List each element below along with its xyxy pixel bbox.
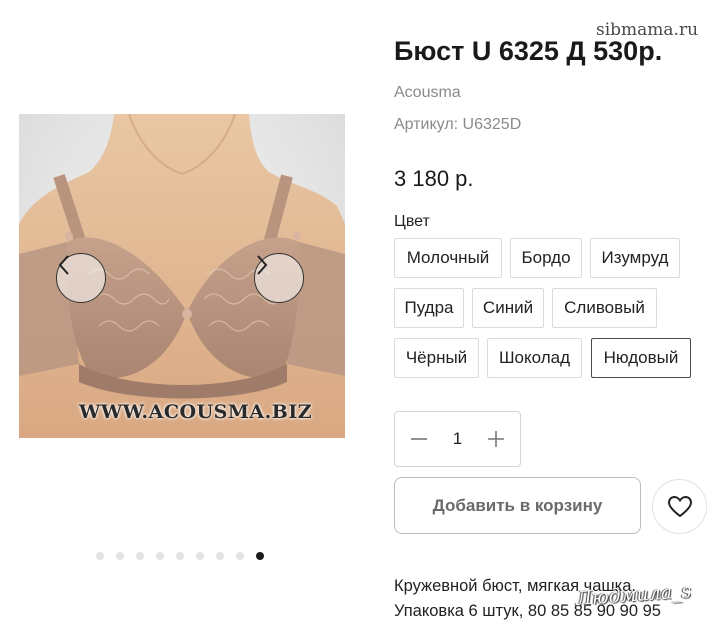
- product-sku: Артикул: U6325D: [394, 116, 522, 133]
- gallery-dot[interactable]: [176, 552, 184, 560]
- quantity-decrease-button[interactable]: [409, 429, 429, 449]
- chevron-left-icon: [58, 255, 69, 275]
- color-option-emerald[interactable]: Изумруд: [590, 238, 680, 278]
- gallery-dot[interactable]: [156, 552, 164, 560]
- gallery-dot-active[interactable]: [256, 552, 264, 560]
- heart-icon: [667, 495, 692, 517]
- product-price: 3 180 р.: [394, 166, 474, 191]
- quantity-increase-button[interactable]: [486, 429, 506, 449]
- gallery-prev-button[interactable]: [56, 253, 106, 303]
- chevron-right-icon: [257, 255, 268, 275]
- color-option-black[interactable]: Чёрный: [394, 338, 479, 378]
- color-option-powder[interactable]: Пудра: [394, 288, 464, 328]
- color-label: Цвет: [394, 213, 430, 230]
- color-option-bordeaux[interactable]: Бордо: [510, 238, 582, 278]
- plus-icon: [488, 431, 504, 447]
- quantity-stepper: 1: [394, 411, 521, 467]
- color-option-milky[interactable]: Молочный: [394, 238, 502, 278]
- gallery-pagination: [96, 552, 264, 560]
- gallery-dot[interactable]: [116, 552, 124, 560]
- color-option-blue[interactable]: Синий: [472, 288, 544, 328]
- gallery-dot[interactable]: [136, 552, 144, 560]
- minus-icon: [411, 438, 427, 440]
- color-option-plum[interactable]: Сливовый: [552, 288, 657, 328]
- gallery-dot[interactable]: [196, 552, 204, 560]
- product-image-gallery[interactable]: WWW.ACOUSMA.BIZ: [19, 114, 345, 438]
- image-watermark: WWW.ACOUSMA.BIZ: [79, 401, 313, 423]
- quantity-value[interactable]: 1: [453, 429, 462, 449]
- gallery-next-button[interactable]: [254, 253, 304, 303]
- color-option-nude-selected[interactable]: Нюдовый: [591, 338, 691, 378]
- gallery-dot[interactable]: [96, 552, 104, 560]
- color-option-chocolate[interactable]: Шоколад: [487, 338, 582, 378]
- product-brand[interactable]: Acousma: [394, 84, 461, 102]
- favorite-button[interactable]: [652, 479, 707, 534]
- gallery-dot[interactable]: [236, 552, 244, 560]
- product-title: Бюст U 6325 Д 530р.: [394, 36, 663, 66]
- add-to-cart-button[interactable]: Добавить в корзину: [394, 477, 641, 534]
- gallery-dot[interactable]: [216, 552, 224, 560]
